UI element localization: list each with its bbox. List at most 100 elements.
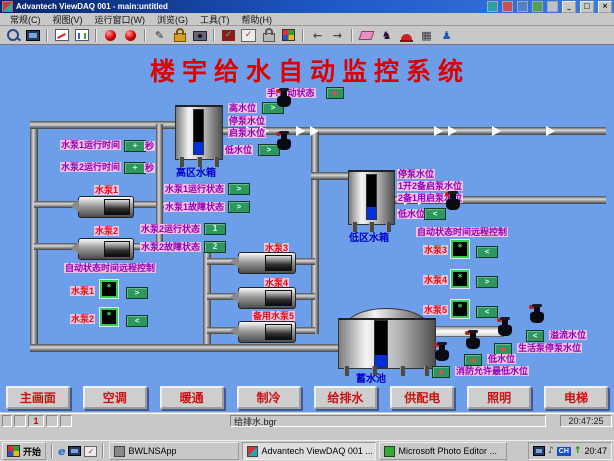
watchdog-icon[interactable]: ♞	[377, 28, 396, 43]
nav-hvac[interactable]: 暖通	[160, 386, 224, 409]
menu-view[interactable]: 视图(V)	[49, 13, 87, 26]
tank-leg	[344, 366, 349, 376]
valve-icon[interactable]	[530, 312, 544, 323]
restore-button[interactable]: □	[580, 1, 594, 13]
tank-leg	[386, 222, 391, 232]
start-button[interactable]: 开始	[2, 442, 46, 460]
nav-air-conditioning[interactable]: 空调	[83, 386, 147, 409]
upload-tray-icon[interactable]: ↑	[574, 446, 582, 457]
pump1-remote-led: >	[126, 287, 148, 299]
nav-refrigeration[interactable]: 制冷	[237, 386, 301, 409]
reservoir-name: 蓄水池	[356, 374, 386, 385]
titlebar-icon[interactable]	[532, 1, 543, 12]
minimize-button[interactable]: _	[562, 1, 576, 13]
pump1-label: 水泵1	[94, 185, 119, 195]
panel-icon[interactable]	[23, 28, 42, 43]
pump4-control-button[interactable]: *	[451, 270, 469, 288]
overflow-level-label: 溢流水位	[549, 330, 587, 340]
pump2	[78, 238, 134, 260]
task-icon	[247, 446, 258, 457]
flow-arrow-icon	[310, 126, 319, 136]
channels-quicklaunch-icon[interactable]: ✓	[84, 446, 97, 457]
confirm-green-icon[interactable]: ✓	[219, 28, 238, 43]
pump-motor	[104, 199, 130, 215]
menu-general[interactable]: 常规(C)	[6, 13, 45, 26]
alarm-icon[interactable]	[101, 28, 120, 43]
titlebar-icon[interactable]	[502, 1, 513, 12]
status-spacer	[546, 414, 558, 428]
nav-lighting[interactable]: 照明	[467, 386, 531, 409]
snapshot-icon[interactable]	[190, 28, 209, 43]
pen-icon[interactable]: ✎	[150, 28, 169, 43]
trend-chart-icon[interactable]	[52, 28, 71, 43]
valve-icon[interactable]	[466, 338, 480, 349]
language-indicator[interactable]: CH	[557, 447, 571, 456]
start-label: 开始	[23, 445, 41, 458]
menu-help[interactable]: 帮助(H)	[238, 13, 277, 26]
pump1-runtime-label: 水泵1运行时间	[60, 140, 121, 150]
flow-arrow-icon	[434, 126, 443, 136]
current-screen-file: 给排水.bgr	[230, 415, 546, 427]
forward-icon[interactable]: →	[328, 28, 347, 43]
confirm-red-icon[interactable]: ✓	[239, 28, 258, 43]
close-button[interactable]: ×	[598, 1, 612, 13]
pump2-fault-status-label: 水泵2故障状态	[140, 242, 201, 252]
menu-run-window[interactable]: 运行窗口(W)	[91, 13, 150, 26]
valve-icon[interactable]	[498, 325, 512, 336]
security-lock-icon[interactable]	[259, 28, 278, 43]
hard-hat-icon[interactable]	[397, 28, 416, 43]
task-photo-editor[interactable]: Microsoft Photo Editor ...	[379, 442, 507, 460]
pump3-control-button[interactable]: *	[451, 240, 469, 258]
task-viewdaq[interactable]: Advantech ViewDAQ 001 ...	[242, 442, 376, 460]
eraser-icon[interactable]	[357, 28, 376, 43]
nav-elevator[interactable]: 电梯	[544, 386, 608, 409]
valve-icon[interactable]	[435, 350, 449, 361]
report-chart-icon[interactable]	[72, 28, 91, 43]
pump2-control-button[interactable]: *	[100, 308, 118, 326]
window-title: Advantech ViewDAQ 001 - main:untitled	[16, 2, 168, 11]
remote-pump1-label: 水泵1	[70, 286, 95, 296]
pump3	[238, 252, 296, 274]
valve-icon[interactable]	[277, 139, 291, 150]
tank-leg	[214, 157, 219, 167]
lock-icon[interactable]	[170, 28, 189, 43]
titlebar-icon[interactable]	[547, 1, 558, 12]
desktop-quicklaunch-icon[interactable]	[68, 446, 81, 456]
status-cell	[14, 415, 26, 427]
scada-canvas	[0, 45, 614, 412]
pump1-control-button[interactable]: *	[100, 280, 118, 298]
remote-pump3-label: 水泵3	[423, 245, 448, 255]
titlebar-icon[interactable]	[517, 1, 528, 12]
nav-power-supply[interactable]: 供配电	[390, 386, 454, 409]
pump3-remote-led: <	[476, 246, 498, 258]
ie-quicklaunch-icon[interactable]: e	[58, 446, 65, 457]
status-cell	[46, 415, 58, 427]
nav-water-supply[interactable]: 给排水	[314, 386, 378, 409]
volume-tray-icon[interactable]: ♪	[548, 446, 554, 457]
task-bwlnsapp[interactable]: BWLNSApp	[109, 442, 239, 460]
page-title: 楼宇给水自动监控系统	[120, 52, 500, 88]
windows-layout-icon[interactable]	[279, 28, 298, 43]
back-icon[interactable]: ←	[308, 28, 327, 43]
tank-leg	[400, 366, 405, 376]
zoom-icon[interactable]	[3, 28, 22, 43]
pump4-remote-led: >	[476, 276, 498, 288]
titlebar-icon[interactable]	[487, 1, 498, 12]
recorder-icon[interactable]: ▦	[417, 28, 436, 43]
lt-low-led: <	[424, 208, 446, 220]
nav-main-screen[interactable]: 主画面	[6, 386, 70, 409]
pump5-label: 备用水泵5	[252, 311, 295, 321]
domestic-stop-level-label: 生活泵停泵水位	[517, 343, 582, 353]
lt-start1-level-label: 1开2备启泵水位	[397, 181, 463, 191]
menu-browse[interactable]: 浏览(G)	[153, 13, 192, 26]
operator-icon[interactable]: ♟	[437, 28, 456, 43]
display-tray-icon[interactable]	[533, 446, 545, 456]
taskbar: 开始 e ✓ BWLNSApp Advantech ViewDAQ 001 ..…	[0, 440, 614, 461]
level-fill	[194, 142, 203, 154]
pump1-run-status-label: 水泵1运行状态	[164, 184, 225, 194]
pump5-control-button[interactable]: *	[451, 300, 469, 318]
alarm-ack-icon[interactable]	[121, 28, 140, 43]
valve-icon[interactable]	[277, 96, 291, 107]
valve-icon[interactable]	[446, 199, 460, 210]
menu-tools[interactable]: 工具(T)	[196, 13, 234, 26]
